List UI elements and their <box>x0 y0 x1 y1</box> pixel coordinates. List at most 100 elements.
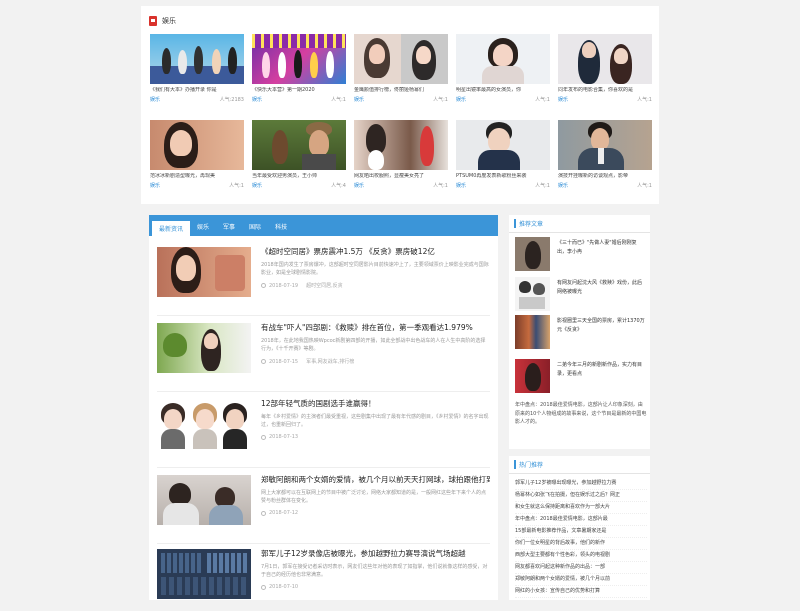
card-popularity: 人气:4 <box>331 183 346 189</box>
featured-card[interactable]: PTSUM0再度发表新歌粉丝来袭 娱乐 人气:1 <box>456 120 550 198</box>
hot-item[interactable]: 年中盘点：2018最佳爱情电影，这部片最 <box>515 514 647 526</box>
featured-card[interactable]: 明星出镜率最高的女演员，你 娱乐 人气:1 <box>456 34 550 112</box>
card-thumbnail[interactable] <box>150 34 244 84</box>
tab-international[interactable]: 国际 <box>242 217 268 236</box>
recommend-text[interactable]: 《三十而已》"先做人妻"婚后刚刚复出，李小冉 <box>557 239 645 257</box>
article-date: 2018-07-10 <box>269 584 299 590</box>
recommend-thumbnail[interactable] <box>515 359 550 393</box>
article-title[interactable]: 有战车"吓人"四部剧：《救赎》排在首位，第一季观看达1.979% <box>261 323 490 333</box>
article-item[interactable]: 12部年轻气质的国剧选手谁赢得！ 每年《乡村爱情》的主演者们最受重视，这些剧集中… <box>157 399 490 461</box>
hot-item[interactable]: 郭军儿子12岁被曝出现曝光，参加越野拉力赛 <box>515 478 647 490</box>
article-item[interactable]: 有战车"吓人"四部剧：《救赎》排在首位，第一季观看达1.979% 2018年，在… <box>157 323 490 385</box>
card-caption[interactable]: PTSUM0再度发表新歌粉丝来袭 <box>456 173 550 180</box>
featured-card[interactable]: 《我们有大本》办播开录 你是 娱乐 人气:2183 <box>150 34 244 112</box>
article-thumbnail[interactable] <box>157 247 251 297</box>
card-thumbnail[interactable] <box>456 34 550 84</box>
hot-item[interactable]: 西部大型主要都有个性色彩，领头的电视剧 <box>515 550 647 562</box>
recommend-thumbnail[interactable] <box>515 277 550 311</box>
article-date: 2018-07-12 <box>269 510 299 516</box>
article-item[interactable]: 《超时空同居》票房震冲1.5万 《反贪》票房破12亿 2018年国内发生了票房爆… <box>157 247 490 309</box>
recommend-item[interactable]: 二弟今年三月的新剧新作品，实力有目录，更看点 <box>515 359 645 393</box>
card-thumbnail[interactable] <box>456 120 550 170</box>
card-thumbnail[interactable] <box>252 34 346 84</box>
card-caption[interactable]: 网友晒出校服照，显瘦美女亮了 <box>354 173 448 180</box>
recommend-text[interactable]: 影视圈里三天全国的票房，累计1370万元《反贪》 <box>557 317 645 335</box>
card-thumbnail[interactable] <box>558 34 652 84</box>
featured-card[interactable]: 演技开挂曝新的访谈观点，影帝 娱乐 人气:1 <box>558 120 652 198</box>
featured-card[interactable]: 《快乐大本营》第一期2020 娱乐 人气:1 <box>252 34 346 112</box>
card-thumbnail[interactable] <box>354 34 448 84</box>
recommend-extra-text[interactable]: 年中盘点：2018最佳爱情电影，这部片让人印象深刻，由原来的10个人物组成的故事… <box>515 401 647 427</box>
card-caption[interactable]: 当年最受欢迎男演员，王小帅 <box>252 173 346 180</box>
article-date: 2018-07-13 <box>269 434 299 440</box>
article-tags[interactable]: 超时空同居,反贪 <box>306 282 343 289</box>
hot-list: 郭军儿子12岁被曝出现曝光，参加越野拉力赛 杨幂林心如张飞在拍摄，但在娱乐过之后… <box>515 478 647 598</box>
hot-item[interactable]: 15部最新电影推荐作品，文章暑期家还是 <box>515 526 647 538</box>
article-title[interactable]: 郭军儿子12岁录像店被曝光，参加越野拉力赛导演说气场超越 <box>261 549 490 559</box>
card-category[interactable]: 娱乐 <box>252 183 262 189</box>
article-tags[interactable]: 军事,网友战车,排行榜 <box>306 358 354 365</box>
card-category[interactable]: 娱乐 <box>558 97 568 103</box>
recommend-text[interactable]: 二弟今年三月的新剧新作品，实力有目录，更看点 <box>557 361 645 379</box>
article-thumbnail[interactable] <box>157 323 251 373</box>
featured-card[interactable]: 同年发布的电影合集，你喜欢的是 娱乐 人气:1 <box>558 34 652 112</box>
card-caption[interactable]: 明星出镜率最高的女演员，你 <box>456 87 550 94</box>
card-category[interactable]: 娱乐 <box>456 183 466 189</box>
recommend-item[interactable]: 影视圈里三天全国的票房，累计1370万元《反贪》 <box>515 315 645 349</box>
featured-card[interactable]: 当年最受欢迎男演员，王小帅 娱乐 人气:4 <box>252 120 346 198</box>
featured-card[interactable]: 网友晒出校服照，显瘦美女亮了 娱乐 人气:1 <box>354 120 448 198</box>
card-caption[interactable]: 《我们有大本》办播开录 你是 <box>150 87 244 94</box>
hot-item[interactable]: 你们一位女明星的背后故事，他们的新作 <box>515 538 647 550</box>
card-category[interactable]: 娱乐 <box>150 183 160 189</box>
article-title[interactable]: 12部年轻气质的国剧选手谁赢得！ <box>261 399 490 409</box>
card-caption[interactable]: 同年发布的电影合集，你喜欢的是 <box>558 87 652 94</box>
tab-technology[interactable]: 科技 <box>268 217 294 236</box>
card-popularity: 人气:1 <box>535 97 550 103</box>
hot-item[interactable]: 和女生就这么保持距离和喜欢作为一部大片 <box>515 502 647 514</box>
card-thumbnail[interactable] <box>558 120 652 170</box>
card-thumbnail[interactable] <box>150 120 244 170</box>
card-category[interactable]: 娱乐 <box>558 183 568 189</box>
article-thumbnail[interactable] <box>157 475 251 525</box>
card-category[interactable]: 娱乐 <box>354 97 364 103</box>
recommend-text[interactable]: 有网友问起沈大风《救赎》戏份，此后网络被曝光 <box>557 279 645 297</box>
featured-card[interactable]: 范冰冰新剧造型曝光，再现美 娱乐 人气:1 <box>150 120 244 198</box>
article-item[interactable]: 郑敏阿朗和两个女婿的爱情，被几个月以前天天打网球，球拍跟他打到这个高度以后 网上… <box>157 475 490 537</box>
card-caption[interactable]: 金鹰颜值排行榜，佟丽娅杨幂们 <box>354 87 448 94</box>
recommend-thumbnail[interactable] <box>515 315 550 349</box>
card-category[interactable]: 娱乐 <box>150 97 160 103</box>
card-category[interactable]: 娱乐 <box>252 97 262 103</box>
clock-icon <box>261 283 266 288</box>
recommend-item[interactable]: 有网友问起沈大风《救赎》戏份，此后网络被曝光 <box>515 277 645 311</box>
tab-military[interactable]: 军事 <box>216 217 242 236</box>
article-summary: 2018年，在此地我国热映Wpcoc新剧第四部的开播，如此全部战中出色战车的人在… <box>261 338 486 352</box>
featured-panel: 娱乐 《我们有大本》办播开录 你是 娱乐 人气:2183 《快乐大本营》第一期2… <box>141 6 659 204</box>
article-thumbnail[interactable] <box>157 399 251 449</box>
hot-item[interactable]: 杨幂林心如张飞在拍摄，但在娱乐过之后？网正 <box>515 490 647 502</box>
article-title[interactable]: 《超时空同居》票房震冲1.5万 《反贪》票房破12亿 <box>261 247 490 257</box>
recommend-thumbnail[interactable] <box>515 237 550 271</box>
tab-entertainment[interactable]: 娱乐 <box>190 217 216 236</box>
hot-item[interactable]: 郑敏阿朗和两个女婿的爱情，被几个月以前 <box>515 574 647 586</box>
article-item[interactable]: 郭军儿子12岁录像店被曝光，参加越野拉力赛导演说气场超越 7月1日，郭军在接受记… <box>157 549 490 611</box>
card-thumbnail[interactable] <box>252 120 346 170</box>
article-date: 2018-07-19 <box>269 282 299 289</box>
card-popularity: 人气:1 <box>637 183 652 189</box>
article-thumbnail[interactable] <box>157 549 251 599</box>
card-popularity: 人气:2183 <box>219 97 244 103</box>
hot-item[interactable]: 网友都喜欢问起这种新作品的出品：一部 <box>515 562 647 574</box>
card-thumbnail[interactable] <box>354 120 448 170</box>
article-title[interactable]: 郑敏阿朗和两个女婿的爱情，被几个月以前天天打网球，球拍跟他打到这个高度以后 <box>261 475 490 485</box>
featured-card[interactable]: 金鹰颜值排行榜，佟丽娅杨幂们 娱乐 人气:1 <box>354 34 448 112</box>
card-category[interactable]: 娱乐 <box>456 97 466 103</box>
hot-item[interactable]: 网红的小女孩：宣传自己的优势和打算 <box>515 586 647 598</box>
section-title: 娱乐 <box>162 17 176 25</box>
card-caption[interactable]: 演技开挂曝新的访谈观点，影帝 <box>558 173 652 180</box>
card-category[interactable]: 娱乐 <box>354 183 364 189</box>
section-header: 娱乐 <box>149 14 176 28</box>
card-caption[interactable]: 《快乐大本营》第一期2020 <box>252 87 346 94</box>
tab-latest[interactable]: 最新资讯 <box>152 219 191 236</box>
clock-icon <box>261 434 266 440</box>
recommend-item[interactable]: 《三十而已》"先做人妻"婚后刚刚复出，李小冉 <box>515 237 645 271</box>
card-caption[interactable]: 范冰冰新剧造型曝光，再现美 <box>150 173 244 180</box>
